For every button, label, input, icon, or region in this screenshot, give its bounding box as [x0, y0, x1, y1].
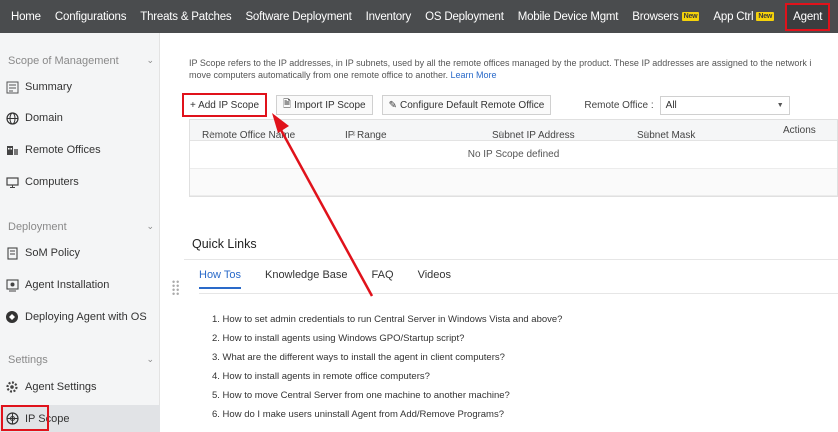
quick-links-panel: How Tos Knowledge Base FAQ Videos 1. How…: [184, 259, 838, 432]
nav-app-ctrl[interactable]: App Ctrl New: [706, 0, 781, 33]
section-settings[interactable]: Settings ⌄: [8, 354, 154, 366]
sidebar-item-computers[interactable]: Computers: [5, 171, 79, 193]
more-menu-icon[interactable]: •••: [830, 9, 838, 25]
sidebar: Scope of Management ⌄ Summary Domain Rem…: [0, 33, 160, 432]
table-row: [190, 169, 837, 196]
how-to-link[interactable]: 5. How to move Central Server from one m…: [212, 386, 562, 405]
highlight-box: [1, 405, 49, 431]
description-text: move computers automatically from one re…: [189, 70, 448, 80]
configure-label: Configure Default Remote Office: [400, 99, 545, 111]
sidebar-item-label: SoM Policy: [25, 247, 81, 259]
nav-mdm[interactable]: Mobile Device Mgmt: [511, 0, 626, 33]
sidebar-item-agent-settings[interactable]: Agent Settings: [5, 376, 97, 398]
remote-office-select[interactable]: All ▼: [659, 95, 790, 115]
main-content: IP Scope refers to the IP addresses, in …: [160, 33, 838, 432]
summary-icon: [5, 80, 19, 94]
nav-threats-patches[interactable]: Threats & Patches: [133, 0, 238, 33]
sidebar-item-agent-installation[interactable]: Agent Installation: [5, 274, 109, 296]
sidebar-item-summary[interactable]: Summary: [5, 76, 72, 98]
ip-scope-description: IP Scope refers to the IP addresses, in …: [189, 57, 838, 81]
sort-icon: ⇕: [351, 131, 357, 138]
how-to-link[interactable]: 1. How to set admin credentials to run C…: [212, 310, 562, 329]
gear-icon: [5, 380, 19, 394]
how-to-link[interactable]: 6. How do I make users uninstall Agent f…: [212, 405, 562, 424]
ip-scope-table: Remote Office Name ▲ IP Range ⇕ Subnet IP …: [189, 119, 838, 197]
quick-links-tabs: How Tos Knowledge Base FAQ Videos: [199, 269, 475, 289]
configure-default-remote-office-button[interactable]: ✎ Configure Default Remote Office: [381, 95, 552, 115]
remote-office-value: All: [665, 99, 677, 111]
chevron-down-icon: ⌄: [146, 221, 154, 231]
nav-app-ctrl-label: App Ctrl: [713, 10, 754, 23]
sort-icon: ⇕: [643, 131, 649, 138]
sidebar-item-label: Agent Installation: [25, 279, 110, 291]
nav-configurations[interactable]: Configurations: [48, 0, 133, 33]
sort-icon: ⇕: [498, 131, 504, 138]
section-scope-of-management[interactable]: Scope of Management ⌄: [8, 55, 154, 67]
section-label: Deployment: [8, 221, 67, 233]
section-label: Settings: [8, 354, 48, 366]
import-ip-scope-button[interactable]: 🗎 Import IP Scope: [276, 95, 373, 115]
agent-install-icon: [5, 278, 19, 292]
dropdown-arrow-icon: ▼: [776, 101, 784, 109]
sidebar-item-label: Domain: [25, 112, 63, 124]
quick-links-title: Quick Links: [192, 237, 257, 251]
nav-browsers[interactable]: Browsers New: [625, 0, 706, 33]
top-navigation: Home Configurations Threats & Patches So…: [0, 0, 838, 33]
sidebar-item-label: Summary: [25, 81, 73, 93]
tab-how-tos[interactable]: How Tos: [199, 269, 241, 289]
how-to-link[interactable]: 2. How to install agents using Windows G…: [212, 329, 562, 348]
nav-os-deployment[interactable]: OS Deployment: [418, 0, 511, 33]
sidebar-item-label: Remote Offices: [25, 144, 101, 156]
deploy-os-icon: [5, 310, 19, 324]
sidebar-item-domain[interactable]: Domain: [5, 107, 63, 129]
chevron-down-icon: ⌄: [146, 55, 154, 65]
globe-icon: [5, 111, 19, 125]
nav-inventory[interactable]: Inventory: [359, 0, 419, 33]
tab-videos[interactable]: Videos: [418, 269, 451, 289]
section-label: Scope of Management: [8, 55, 119, 67]
remote-office-icon: [5, 143, 19, 157]
tab-faq[interactable]: FAQ: [372, 269, 394, 289]
sidebar-item-som-policy[interactable]: SoM Policy: [5, 242, 80, 264]
nav-browsers-label: Browsers: [632, 10, 679, 23]
how-to-link[interactable]: 4. How to install agents in remote offic…: [212, 367, 562, 386]
pencil-icon: ✎: [388, 99, 398, 111]
learn-more-link[interactable]: Learn More: [450, 70, 496, 80]
nav-agent[interactable]: Agent: [785, 2, 831, 31]
tab-knowledge-base[interactable]: Knowledge Base: [265, 269, 348, 289]
description-line: move computers automatically from one re…: [189, 69, 838, 81]
table-header: Remote Office Name ▲ IP Range ⇕ Subnet IP …: [190, 120, 837, 141]
add-ip-scope-button[interactable]: + Add IP Scope: [182, 93, 268, 117]
column-label: Remote Office Name: [202, 130, 296, 141]
sidebar-item-remote-offices[interactable]: Remote Offices: [5, 139, 101, 161]
sort-icon: ▲: [208, 130, 215, 137]
column-label: Subnet IP Address: [492, 130, 575, 141]
import-icon: 🗎: [283, 98, 292, 110]
chevron-down-icon: ⌄: [146, 354, 154, 364]
new-badge: New: [681, 12, 700, 21]
sidebar-item-label: Deploying Agent with OS: [25, 311, 147, 323]
policy-icon: [5, 246, 19, 260]
resize-handle-icon[interactable]: •• •• •• ••: [172, 278, 180, 299]
monitor-icon: [5, 175, 19, 189]
toolbar: + Add IP Scope 🗎 Import IP Scope ✎ Confi…: [182, 93, 790, 117]
new-badge: New: [756, 12, 775, 21]
section-deployment[interactable]: Deployment ⌄: [8, 221, 154, 233]
sidebar-item-deploying-agent-os[interactable]: Deploying Agent with OS: [5, 306, 147, 328]
how-to-list: 1. How to set admin credentials to run C…: [212, 310, 562, 424]
description-line: IP Scope refers to the IP addresses, in …: [189, 58, 812, 68]
nav-home[interactable]: Home: [0, 0, 48, 33]
tab-divider: [199, 293, 838, 294]
sidebar-item-label: Agent Settings: [25, 381, 97, 393]
nav-software-deployment[interactable]: Software Deployment: [238, 0, 358, 33]
how-to-link[interactable]: 3. What are the different ways to instal…: [212, 348, 562, 367]
sidebar-item-label: Computers: [25, 176, 79, 188]
import-label: Import IP Scope: [294, 99, 366, 111]
column-actions: Actions: [783, 125, 816, 136]
empty-table-message: No IP Scope defined: [190, 141, 837, 169]
remote-office-label: Remote Office :: [584, 99, 654, 111]
